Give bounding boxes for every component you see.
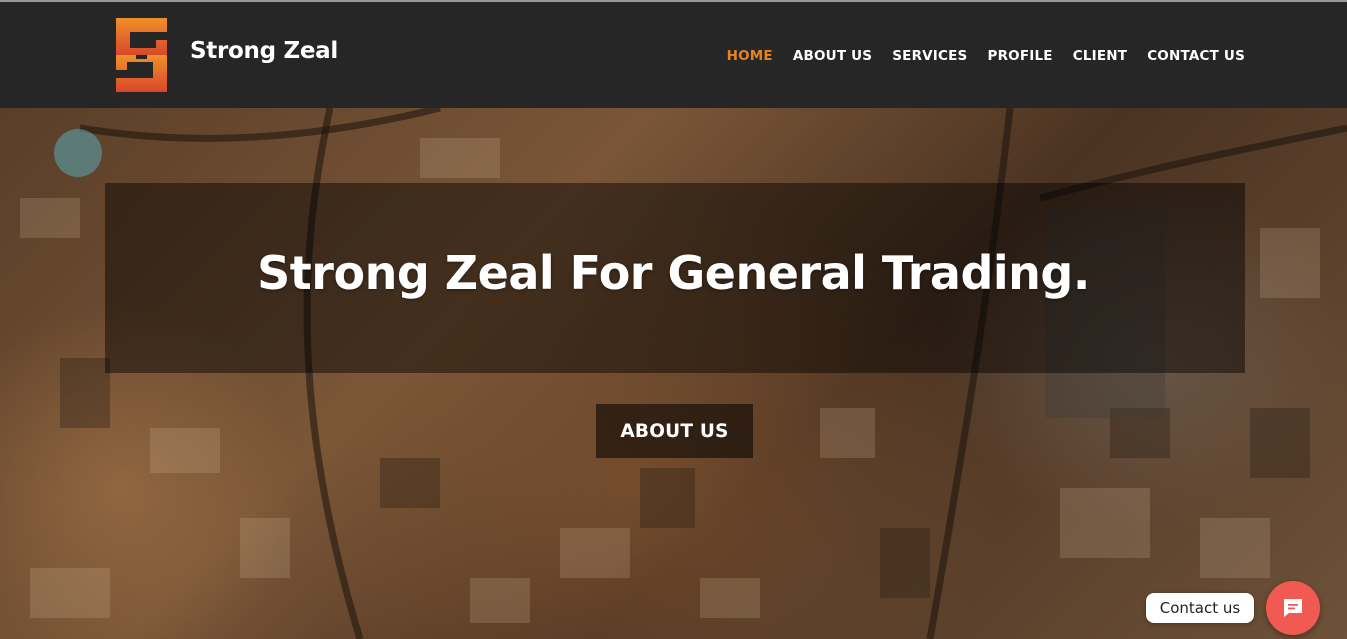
site-header: Strong Zeal HOME ABOUT US SERVICES PROFI… (0, 2, 1347, 108)
hero-section: Strong Zeal For General Trading. ABOUT U… (0, 108, 1347, 639)
main-nav: HOME ABOUT US SERVICES PROFILE CLIENT CO… (727, 48, 1245, 64)
nav-client[interactable]: CLIENT (1073, 48, 1127, 64)
logo-icon[interactable] (116, 18, 167, 92)
nav-profile[interactable]: PROFILE (987, 48, 1052, 64)
hero-title: Strong Zeal For General Trading. (257, 246, 1090, 300)
nav-home[interactable]: HOME (727, 48, 773, 64)
about-us-button[interactable]: ABOUT US (596, 404, 753, 458)
chat-icon (1284, 599, 1302, 617)
nav-services[interactable]: SERVICES (892, 48, 967, 64)
brand-name[interactable]: Strong Zeal (190, 38, 338, 64)
nav-about-us[interactable]: ABOUT US (793, 48, 872, 64)
chat-button[interactable] (1266, 581, 1320, 635)
nav-contact-us[interactable]: CONTACT US (1147, 48, 1245, 64)
contact-us-label[interactable]: Contact us (1146, 593, 1254, 623)
